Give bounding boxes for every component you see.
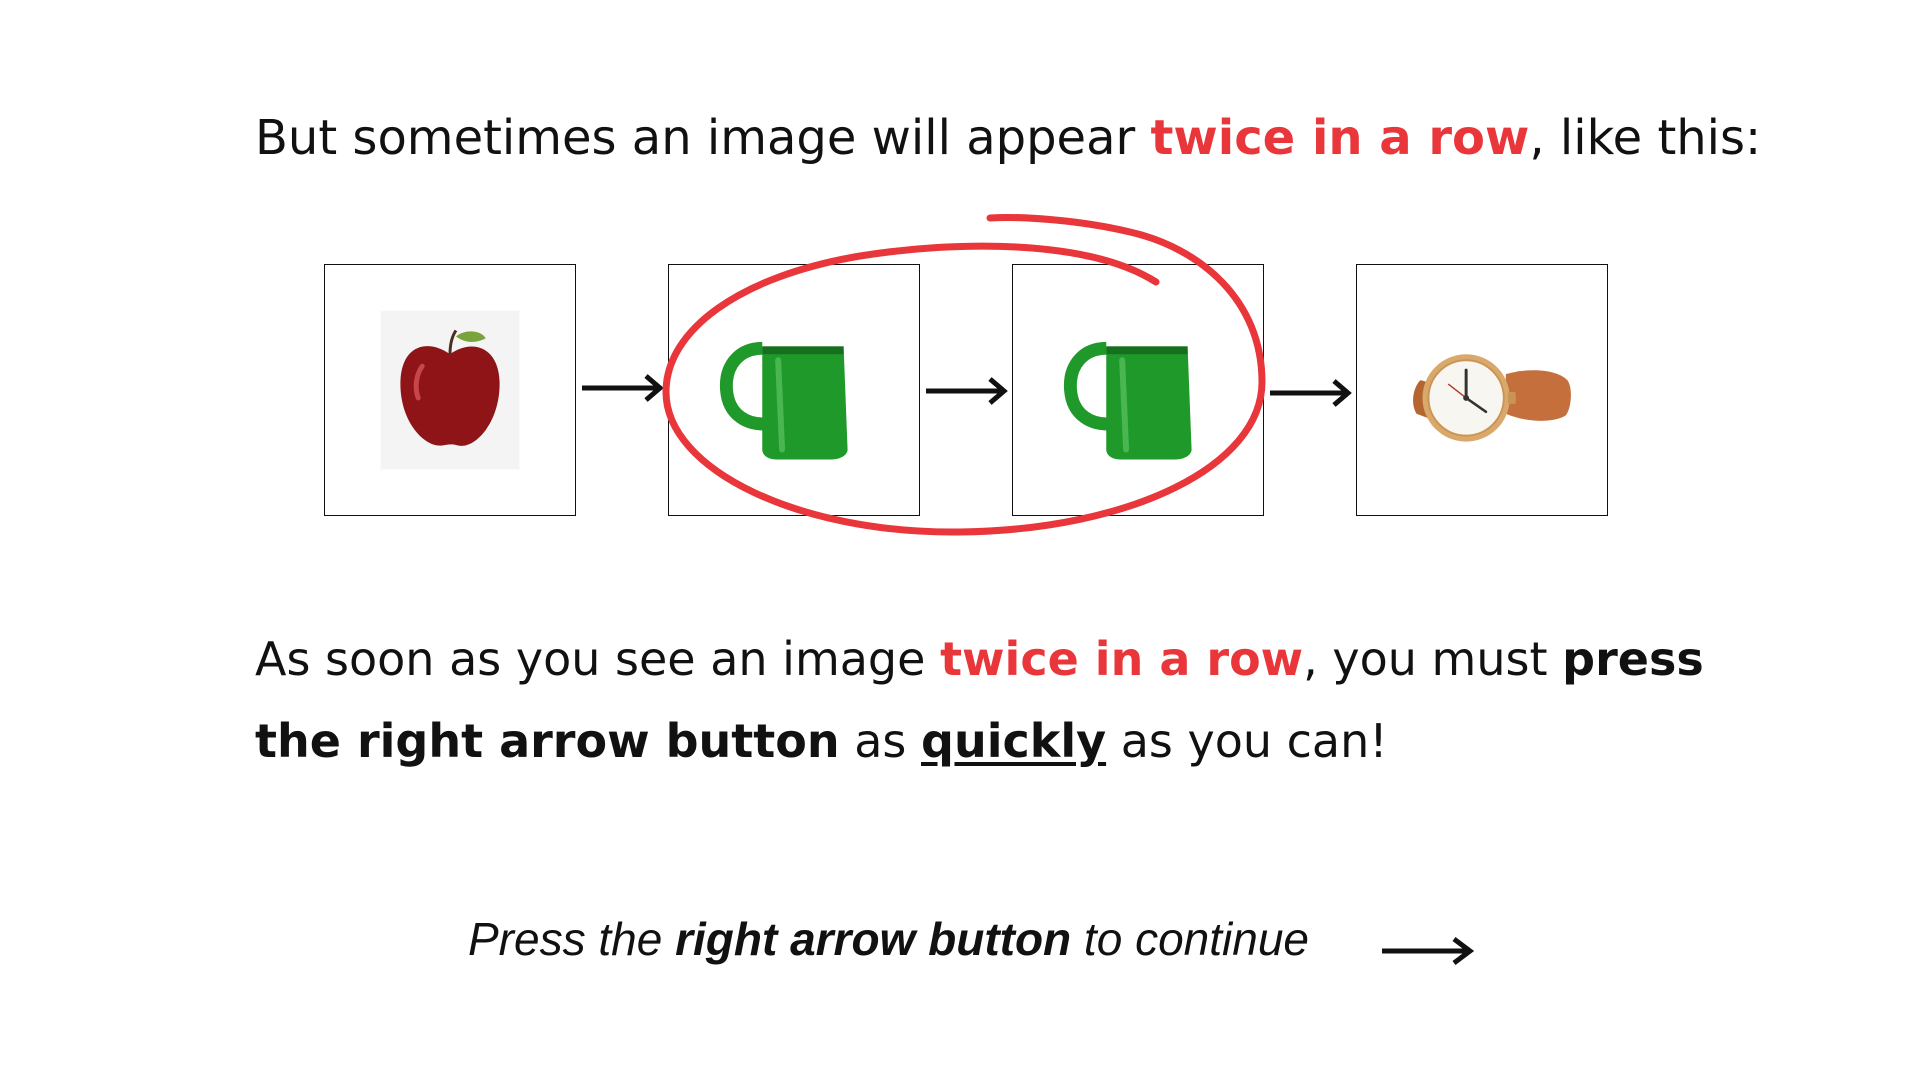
continue-bold: right arrow button <box>675 913 1072 965</box>
intro-after: , like this: <box>1529 110 1762 166</box>
instruction-part4: as you can! <box>1106 714 1388 768</box>
image-frame-watch <box>1356 264 1608 516</box>
arrow-right-icon <box>1270 379 1352 407</box>
image-frame-mug-1 <box>668 264 920 516</box>
image-frame-mug-2 <box>1012 264 1264 516</box>
instruction-part3: as <box>839 714 922 768</box>
continue-arrow-icon <box>1382 937 1474 965</box>
arrow-right-icon <box>582 374 664 402</box>
intro-text: But sometimes an image will appear twice… <box>255 103 1761 173</box>
mug-icon <box>1064 341 1192 460</box>
continue-after: to continue <box>1071 913 1309 965</box>
instruction-underlined: quickly <box>921 714 1107 768</box>
instruction-text: As soon as you see an image twice in a r… <box>255 618 1755 782</box>
intro-before: But sometimes an image will appear <box>255 110 1151 166</box>
sequence-overlay <box>582 214 1352 536</box>
instruction-part2: , you must <box>1303 632 1563 686</box>
arrow-right-icon <box>926 377 1008 405</box>
instruction-part1: As soon as you see an image <box>255 632 941 686</box>
continue-before: Press the <box>468 913 676 965</box>
image-frame-apple <box>324 264 576 516</box>
instruction-highlight: twice in a row <box>940 632 1304 686</box>
apple-icon <box>380 310 520 470</box>
intro-highlight: twice in a row <box>1150 110 1530 166</box>
mug-icon <box>720 341 848 460</box>
watch-icon <box>1413 354 1571 442</box>
continue-prompt: Press the right arrow button to continue <box>468 912 1309 966</box>
